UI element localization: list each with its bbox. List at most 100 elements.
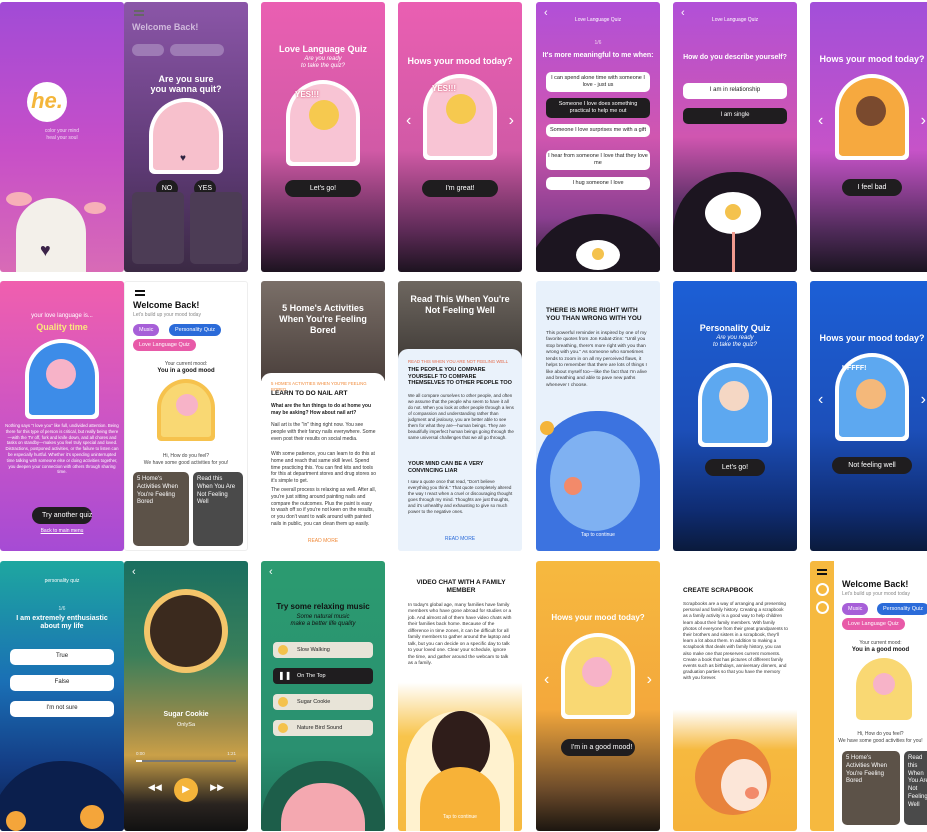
play-button[interactable]: ▶ [174, 778, 198, 802]
fast-forward-icon[interactable]: ▶▶ [210, 783, 224, 792]
try-another-quiz-button[interactable]: Try another quiz [32, 507, 92, 524]
rewind-icon[interactable]: ◀◀ [148, 783, 162, 792]
mood-bad-screen: Hows your mood today? ‹ › I feel bad [810, 2, 927, 272]
quiz-header: personality quiz [44, 578, 80, 584]
affirmation-screen: THERE IS MORE RIGHT WITH YOU THAN WRONG … [536, 281, 660, 551]
music-icon[interactable] [816, 601, 829, 614]
read-more-link[interactable]: READ MORE [261, 538, 385, 544]
home-screen: Welcome Back! Let's build up your mood t… [124, 281, 248, 551]
page-subtitle: Let's build up your mood today [133, 312, 201, 318]
answer-option-selected[interactable]: Someone I love does something practical … [546, 98, 650, 118]
article-body: In today's global age, many families hav… [408, 603, 512, 667]
mood-great-screen: Hows your mood today? YES!!! ‹ › I'm gre… [398, 2, 522, 272]
answer-option-selected[interactable]: I am single [683, 108, 787, 124]
chevron-right-icon[interactable]: › [509, 113, 514, 129]
chevron-left-icon[interactable]: ‹ [818, 392, 823, 408]
track-artist: OnlySa [176, 722, 196, 728]
tap-to-continue[interactable]: Tap to continue [536, 532, 660, 538]
answer-option[interactable]: I am in relationship [683, 83, 787, 99]
quiz-header: Love Language Quiz [711, 17, 759, 23]
tagline-1: color your mind [44, 128, 80, 134]
menu-icon[interactable] [134, 10, 144, 12]
flower-illustration [80, 805, 104, 829]
article-paragraph: Nail art is the "in" thing right now. Yo… [271, 422, 376, 442]
chevron-left-icon[interactable]: ‹ [544, 672, 549, 688]
mood-button[interactable]: Not feeling well [832, 457, 912, 474]
question-text: It's more meaningful to me when: [542, 52, 654, 59]
back-arrow-icon[interactable]: ‹ [132, 566, 136, 578]
chevron-left-icon[interactable]: ‹ [818, 113, 823, 129]
section-subtitle-2: make a better life quality [290, 621, 356, 627]
love-language-pill[interactable]: Love Language Quiz [842, 618, 905, 630]
track-row[interactable]: Nature Bird Sound [273, 720, 373, 736]
activity-card[interactable]: Read this When You Are Not Feeling Well [904, 751, 927, 825]
lets-go-button[interactable]: Let's go! [285, 180, 361, 197]
answer-option[interactable]: I can spend alone time with someone I lo… [546, 72, 650, 92]
relaxing-music-screen: ‹ Try some relaxing music Some natural m… [261, 561, 385, 831]
music-note-icon [278, 697, 288, 707]
chevron-right-icon[interactable]: › [921, 113, 926, 129]
menu-icon[interactable] [817, 569, 827, 571]
answer-option[interactable]: Someone I love surprises me with a gift [546, 124, 650, 137]
personality-quiz-pill[interactable]: Personality Quiz [169, 324, 222, 336]
mood-button[interactable]: I'm great! [422, 180, 498, 197]
chevron-right-icon[interactable]: › [647, 672, 652, 688]
time-elapsed: 0:00 [136, 751, 145, 756]
mood-good-screen: Hows your mood today? ‹ › I'm in a good … [536, 561, 660, 831]
personality-quiz-pill[interactable]: Personality Quiz [877, 603, 927, 615]
page-subtitle: Let's build up your mood today [842, 591, 910, 597]
read-more-link[interactable]: READ MORE [398, 536, 522, 542]
tagline-2: heal your soul [46, 135, 78, 141]
splash-screen: he. color your mind heal your soul ♥ [0, 2, 124, 272]
hero-title: Read This When You're Not Feeling Well [410, 294, 510, 315]
scrapbook-article-screen: CREATE SCRAPBOOK Scrapbooks are a way of… [673, 561, 797, 831]
article-paragraph: We all compare ourselves to other people… [408, 393, 514, 441]
mood-button[interactable]: I'm in a good mood! [561, 739, 635, 756]
person-illustration [309, 100, 339, 130]
progress-track[interactable] [136, 760, 236, 762]
flower-illustration [6, 811, 26, 831]
progress-fill [136, 760, 142, 762]
track-title: Sugar Cookie [163, 711, 209, 718]
music-pill[interactable]: Music [842, 603, 869, 615]
dimmed-card [190, 192, 242, 264]
answer-option[interactable]: I'm not sure [10, 701, 114, 717]
mood-button[interactable]: I feel bad [842, 179, 902, 196]
album-art [150, 595, 222, 667]
menu-icon[interactable] [135, 290, 145, 292]
back-arrow-icon[interactable]: ‹ [269, 566, 273, 578]
activity-card[interactable]: 5 Home's Activities When You're Feeling … [842, 751, 900, 825]
flower-illustration [84, 202, 106, 214]
flower-center [725, 204, 741, 220]
back-to-menu-link[interactable]: Back to main menu [0, 528, 124, 534]
page-title: Welcome Back! [842, 579, 909, 589]
tap-to-continue[interactable]: Tap to continue [398, 814, 522, 820]
result-title: Quality time [36, 322, 88, 332]
music-pill[interactable]: Music [133, 324, 160, 336]
flower-illustration [6, 192, 32, 206]
love-language-pill[interactable]: Love Language Quiz [133, 339, 196, 351]
chevron-left-icon[interactable]: ‹ [406, 113, 411, 129]
love-quiz-intro-screen: Love Language Quiz Are you ready to take… [261, 2, 385, 272]
question-progress: 1/6 [594, 40, 602, 46]
lets-go-button[interactable]: Let's go! [705, 459, 765, 476]
activity-card[interactable]: 5 Home's Activities When You're Feeling … [133, 472, 189, 546]
person-illustration [873, 673, 895, 695]
answer-option[interactable]: False [10, 675, 114, 691]
answer-option[interactable]: I hug someone I love [546, 177, 650, 190]
track-row[interactable]: Sugar Cookie [273, 694, 373, 710]
answer-option[interactable]: True [10, 649, 114, 665]
article-kicker: READ THIS WHEN YOU ARE NOT FEELING WELL [408, 359, 509, 364]
chevron-right-icon[interactable]: › [921, 392, 926, 408]
activity-card[interactable]: Read this When You Are Not Feeling Well [193, 472, 243, 546]
answer-option[interactable]: I hear from someone I love that they lov… [546, 150, 650, 170]
personality-question-screen: personality quiz 1/6 I am extremely enth… [0, 561, 124, 831]
mood-label: Your current mood: [859, 640, 902, 646]
love-language-result-screen: your love language is... Quality time No… [0, 281, 124, 551]
mood-icon[interactable] [816, 583, 829, 596]
track-row[interactable]: Slow Walking [273, 642, 373, 658]
heart-icon: ♥ [180, 153, 186, 164]
track-row-playing[interactable]: ❚❚ On The Top [273, 668, 373, 684]
quiz-header: Love Language Quiz [574, 17, 622, 23]
mood-title: Hows your mood today? [819, 333, 925, 343]
